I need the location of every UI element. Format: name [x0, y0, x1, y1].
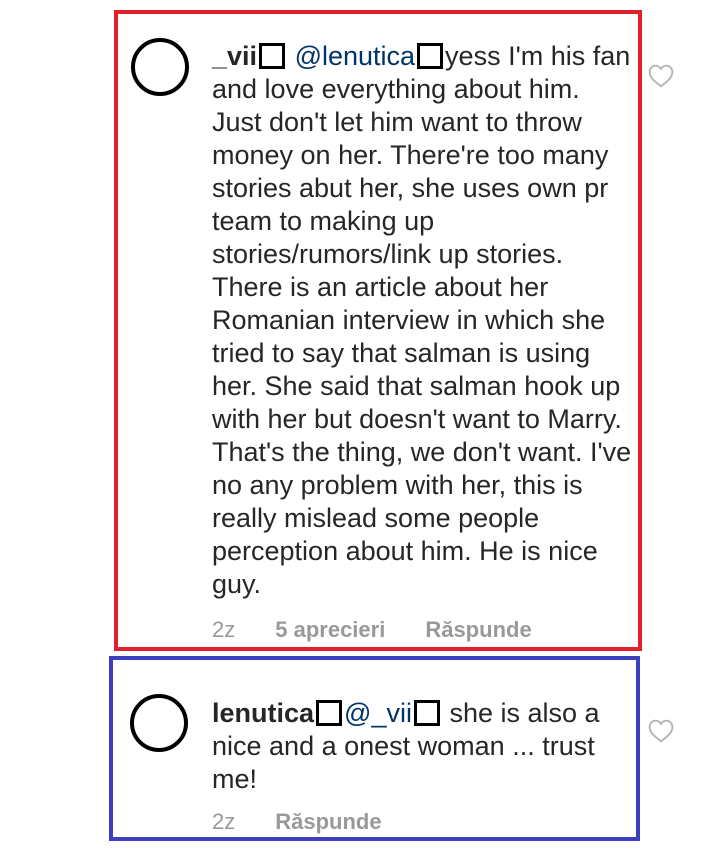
comment-text: _vii @lenutica yess I'm his fan and love … — [212, 40, 632, 601]
avatar[interactable] — [130, 694, 188, 752]
comment-meta: 2z Răspunde — [212, 809, 382, 835]
comment-meta: 2z 5 aprecieri Răspunde — [212, 617, 532, 643]
comment-time: 2z — [212, 809, 236, 834]
reply-button[interactable]: Răspunde — [425, 617, 531, 643]
comment-mention[interactable]: @lenutica — [295, 41, 415, 71]
redaction-box — [413, 700, 440, 726]
comment-username[interactable]: lenutica — [212, 698, 314, 728]
redaction-box — [259, 43, 286, 69]
likes-count-link[interactable]: 5 aprecieri — [275, 617, 385, 643]
comment-username[interactable]: _vii — [212, 41, 257, 71]
heart-outline-icon[interactable] — [648, 64, 674, 88]
avatar[interactable] — [131, 38, 189, 96]
redaction-box — [417, 43, 444, 69]
redaction-box — [316, 700, 343, 726]
heart-outline-icon[interactable] — [648, 719, 674, 743]
comment-text: lenutica @_vii she is also a nice and a o… — [212, 697, 622, 796]
reply-button[interactable]: Răspunde — [275, 809, 381, 835]
comment-time: 2z — [212, 617, 236, 642]
comment-body: yess I'm his fan and love everything abo… — [212, 41, 632, 599]
comment-mention[interactable]: @_vii — [344, 698, 412, 728]
